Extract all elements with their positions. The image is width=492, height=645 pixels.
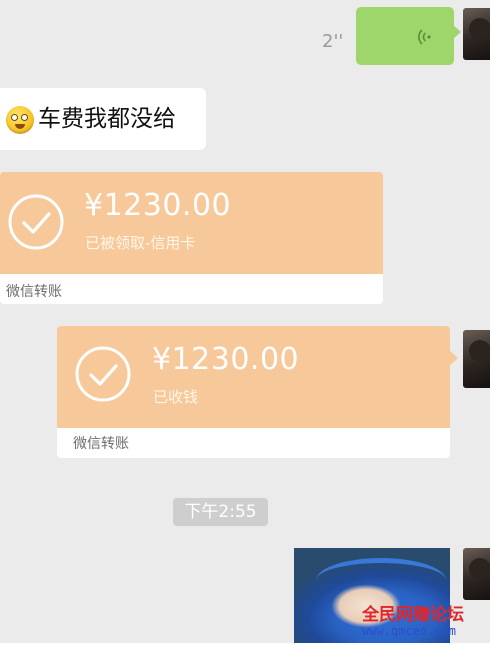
transfer-status: 已被领取-信用卡 — [85, 234, 196, 252]
transfer-footer: 微信转账 — [73, 436, 129, 452]
transfer-footer: 微信转账 — [6, 284, 62, 300]
avatar[interactable] — [463, 548, 490, 600]
avatar[interactable] — [463, 330, 490, 388]
avatar[interactable] — [463, 8, 490, 60]
transfer-card-header: ¥1230.00 已收钱 — [57, 326, 458, 428]
transfer-amount: ¥1230.00 — [152, 342, 300, 377]
chat-area: 2'' 车费我都没给 ¥1230.00 已被领取-信用卡 微信转账 ¥1230.… — [0, 0, 490, 643]
text-message-bubble[interactable]: 车费我都没给 — [0, 88, 206, 150]
transfer-amount: ¥1230.00 — [84, 188, 232, 223]
transfer-card[interactable]: ¥1230.00 已收钱 微信转账 — [57, 326, 458, 458]
check-circle-icon — [8, 194, 64, 250]
transfer-card[interactable]: ¥1230.00 已被领取-信用卡 微信转账 — [0, 172, 383, 304]
watermark-url: www.qmceo.com — [362, 624, 456, 638]
voice-wave-icon — [418, 29, 431, 45]
smiling-face-emoji-icon — [6, 106, 34, 134]
voice-duration: 2'' — [322, 31, 344, 52]
voice-message-bubble[interactable] — [356, 7, 461, 65]
message-timestamp: 下午2:55 — [173, 498, 268, 526]
check-circle-icon — [75, 346, 131, 402]
message-text: 车费我都没给 — [38, 106, 176, 132]
transfer-card-header: ¥1230.00 已被领取-信用卡 — [0, 172, 383, 274]
transfer-status: 已收钱 — [153, 388, 199, 406]
watermark-title: 全民网赚论坛 — [362, 605, 464, 625]
